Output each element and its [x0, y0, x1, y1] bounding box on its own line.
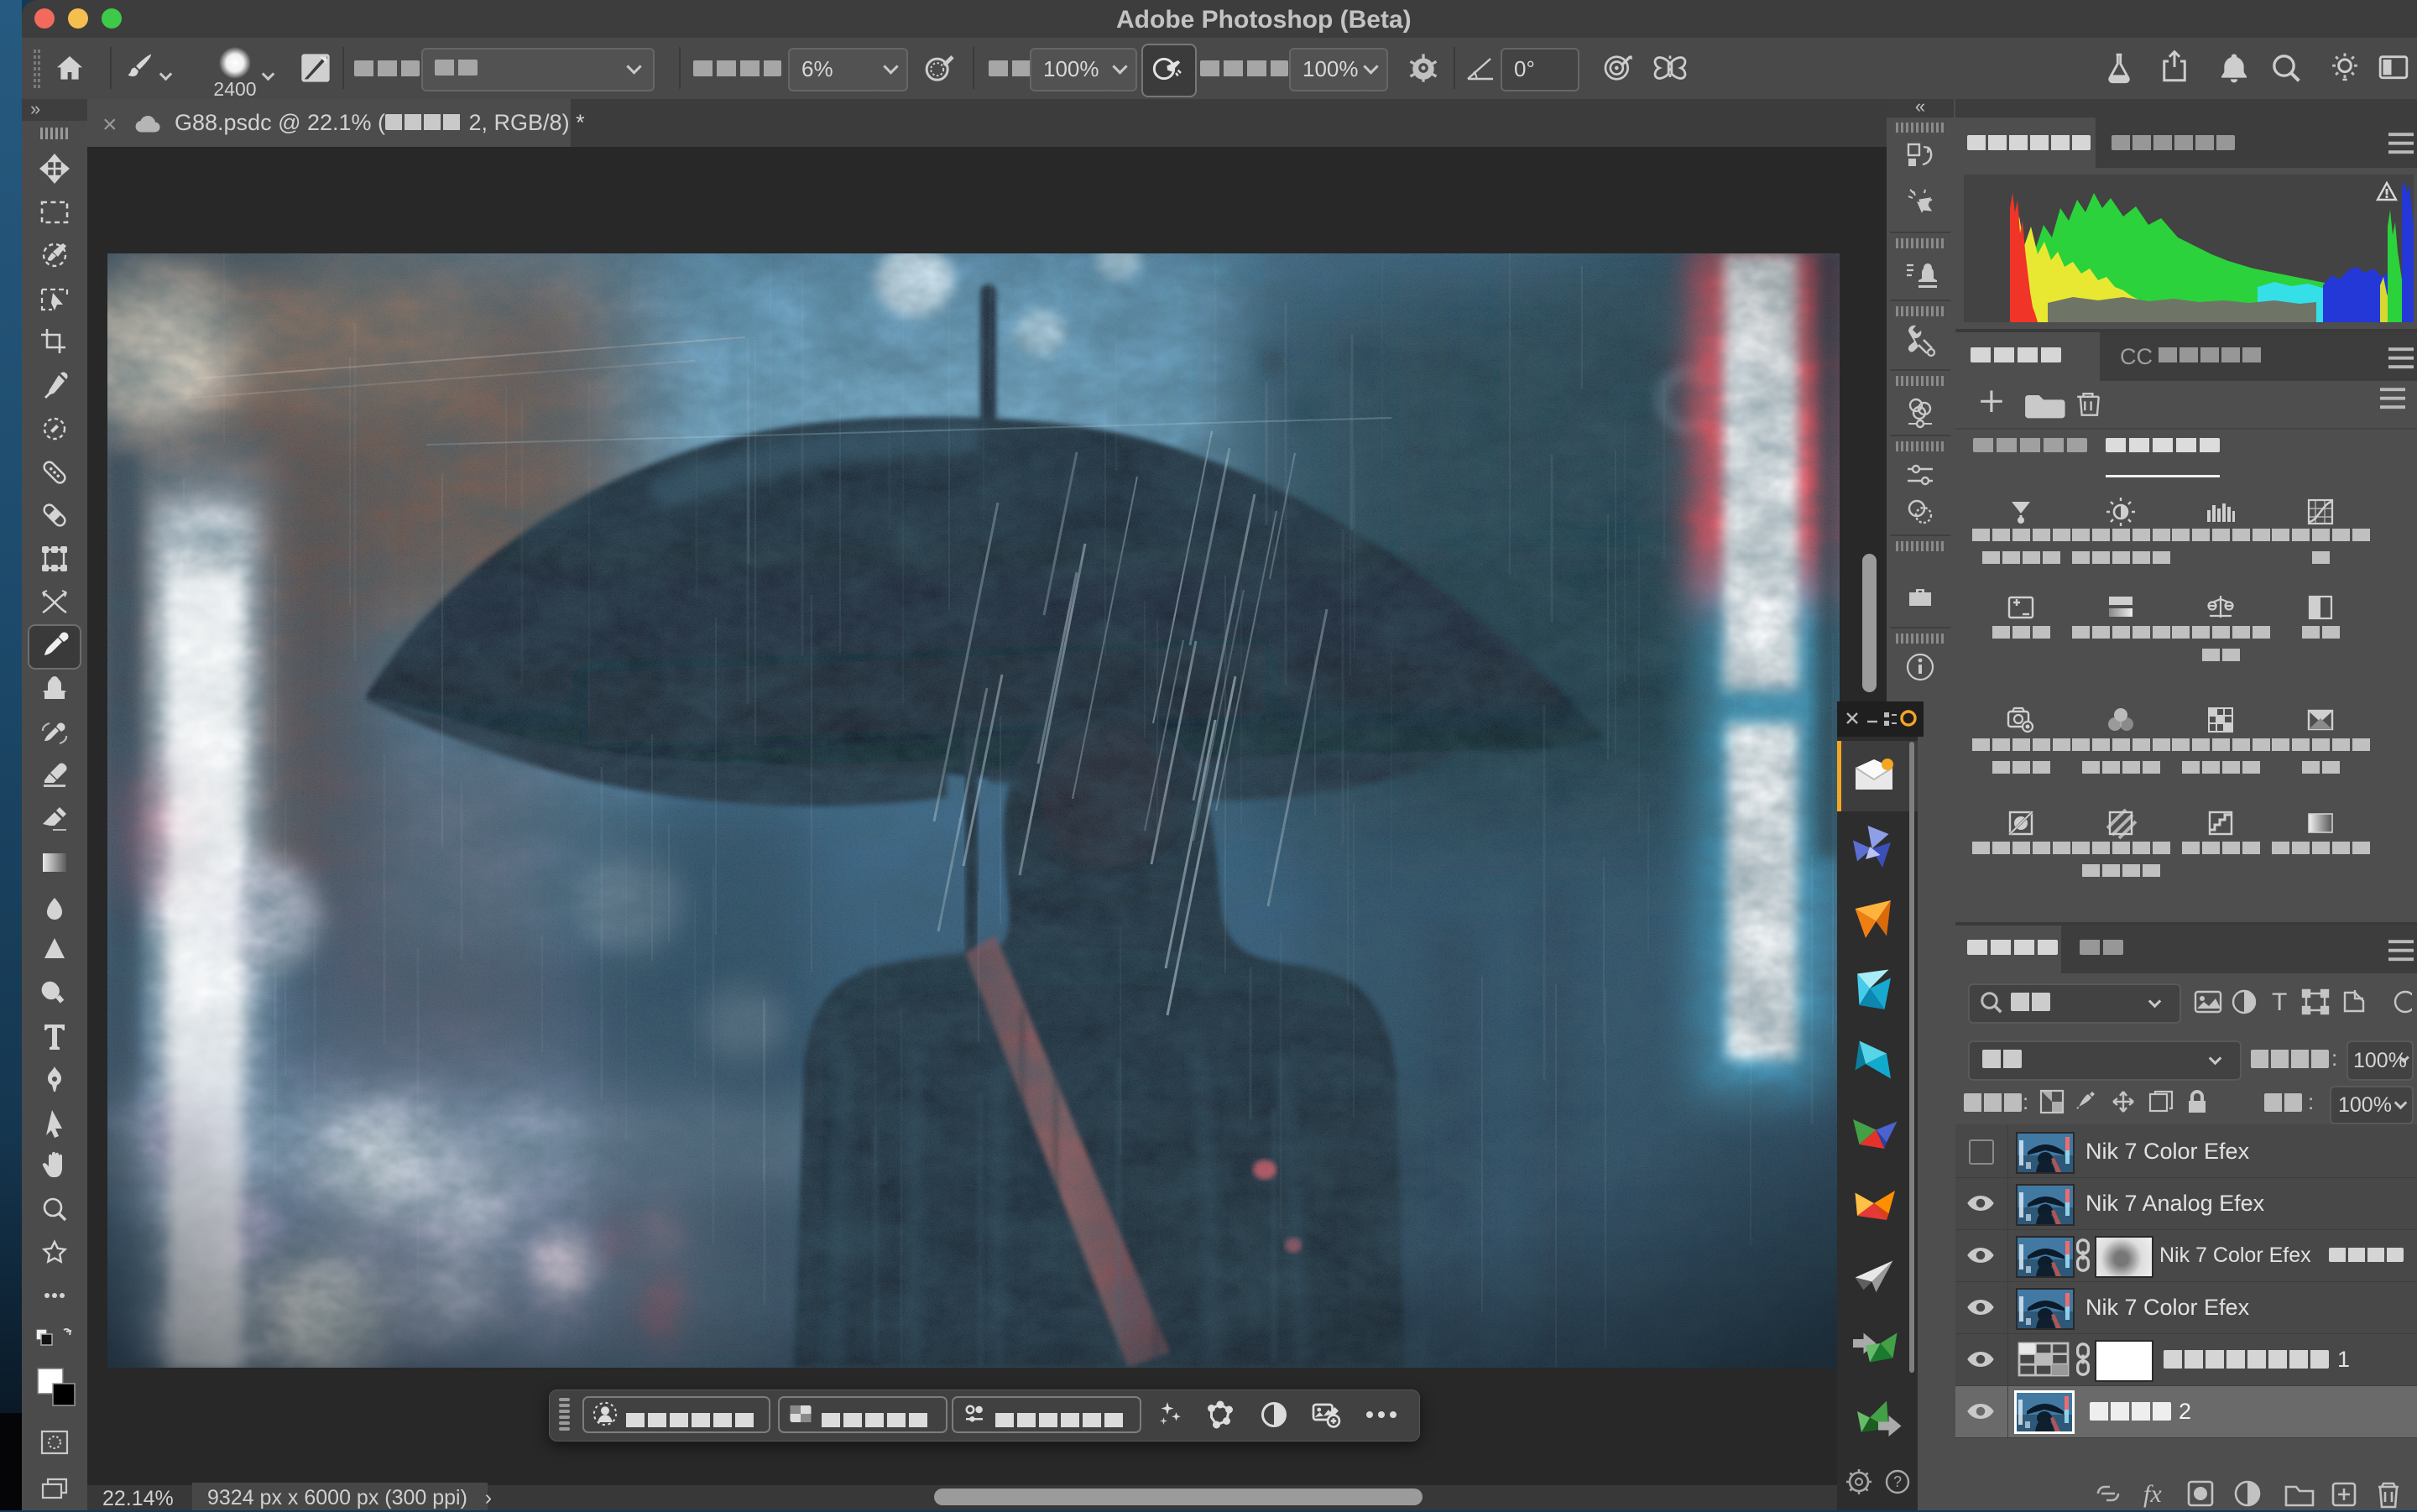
svg-text:fx: fx — [2143, 1480, 2162, 1508]
svg-text:«: « — [1915, 99, 1925, 117]
svg-text:?: ? — [1893, 1473, 1902, 1490]
svg-text:T: T — [2272, 988, 2287, 1016]
